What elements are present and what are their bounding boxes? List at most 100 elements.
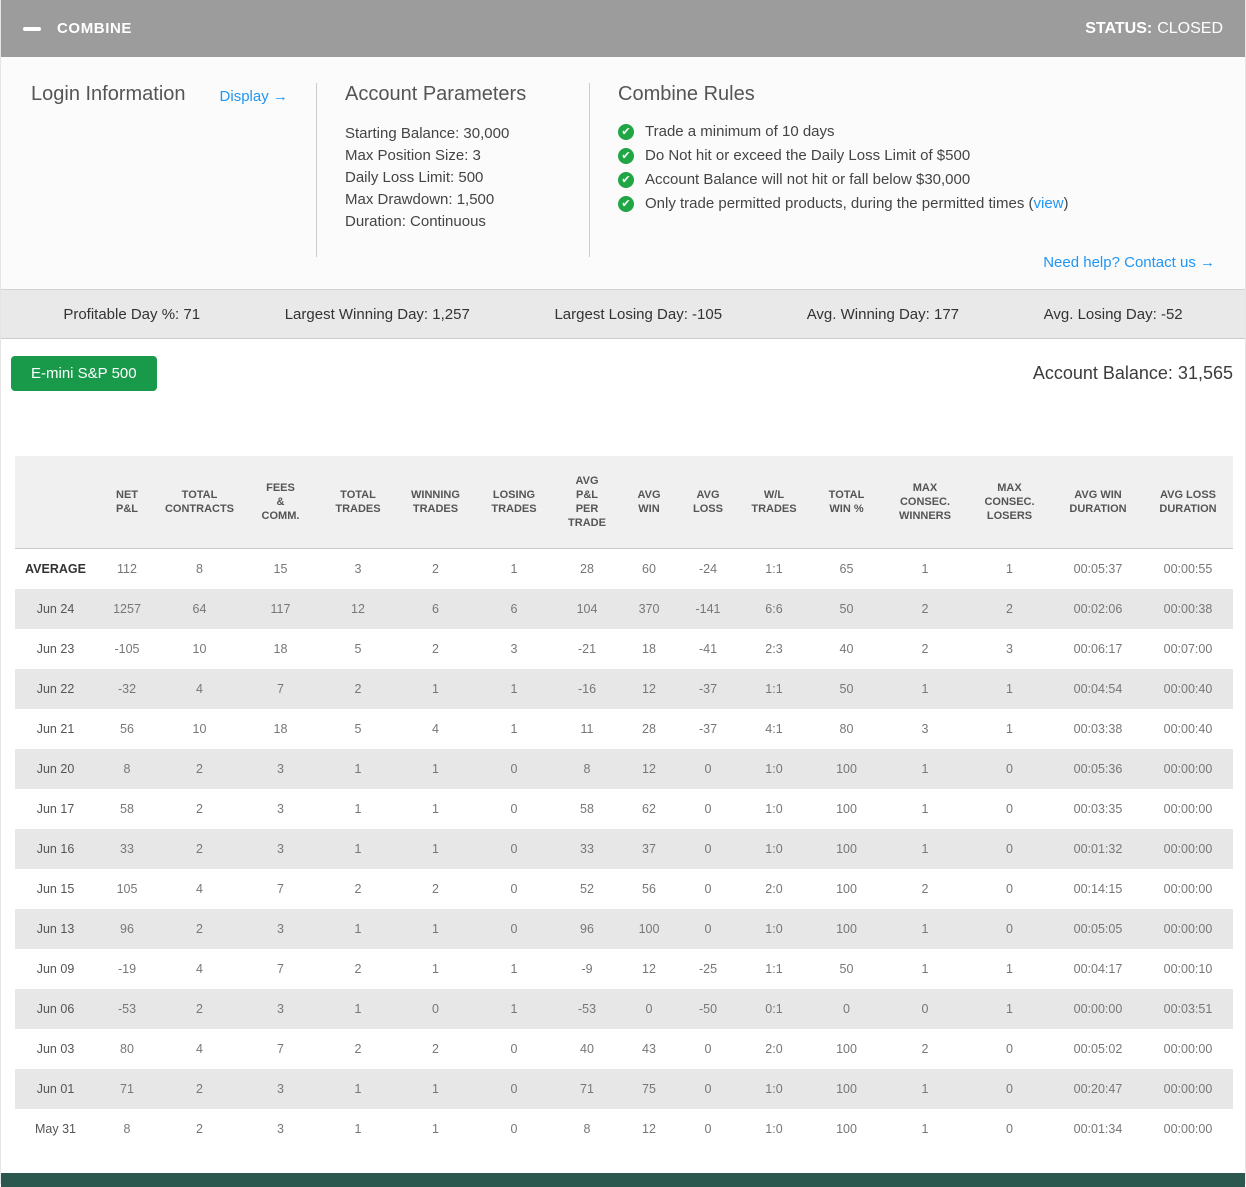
check-icon: ✔ bbox=[618, 124, 634, 140]
table-cell: 1 bbox=[921, 802, 929, 816]
table-cell: 00:06:17 bbox=[1073, 642, 1123, 656]
table-cell: 00:00:40 bbox=[1163, 722, 1213, 736]
table-cell: -25 bbox=[698, 962, 718, 976]
column-header: LOSING TRADES bbox=[475, 456, 553, 549]
column-header: AVG WIN bbox=[621, 456, 677, 549]
table-row: May 31 8 2 3 1 1 0 8 12 0 1:0 100 1 0 00:01:34 00:00:00 bbox=[15, 1109, 1233, 1149]
table-cell: 7 bbox=[277, 1042, 284, 1056]
table-cell: 1 bbox=[432, 962, 439, 976]
instrument-button[interactable]: E-mini S&P 500 bbox=[11, 356, 157, 391]
rule-item: ✔ Do Not hit or exceed the Daily Loss Li… bbox=[618, 144, 1215, 168]
table-cell: 100 bbox=[836, 762, 857, 776]
table-cell: 2 bbox=[354, 962, 362, 976]
param-line: Starting Balance: 30,000 bbox=[345, 125, 510, 142]
table-cell: 0:1 bbox=[765, 1002, 783, 1016]
rule-text: Trade a minimum of 10 days bbox=[645, 123, 835, 140]
param-line: Max Position Size: 3 bbox=[345, 147, 481, 164]
table-cell: 2 bbox=[921, 882, 929, 896]
table-cell: 2:0 bbox=[765, 1042, 783, 1056]
column-header bbox=[15, 456, 96, 549]
table-cell: 00:00:10 bbox=[1163, 962, 1213, 976]
table-cell: 18 bbox=[642, 642, 656, 656]
login-information-section: Login Information Display → bbox=[31, 83, 316, 271]
table-cell: 0 bbox=[645, 1002, 653, 1016]
table-cell: 2 bbox=[921, 602, 929, 616]
table-cell: 1 bbox=[921, 762, 929, 776]
table-cell: 12 bbox=[642, 682, 656, 696]
table-cell: 0 bbox=[432, 1002, 439, 1016]
table-cell: 3 bbox=[277, 1122, 284, 1136]
rule-text: Account Balance will not hit or fall bel… bbox=[645, 171, 971, 188]
table-cell: 0 bbox=[843, 1002, 850, 1016]
rule-text: Only trade permitted products, during th… bbox=[645, 192, 1069, 216]
table-cell: 1 bbox=[1006, 682, 1013, 696]
check-icon: ✔ bbox=[618, 148, 634, 164]
table-cell: -21 bbox=[577, 642, 597, 656]
table-cell: 00:04:54 bbox=[1073, 682, 1123, 696]
table-cell: 00:20:47 bbox=[1073, 1082, 1123, 1096]
table-cell: 37 bbox=[642, 842, 656, 856]
table-cell: 11 bbox=[580, 722, 594, 736]
table-cell: 40 bbox=[839, 642, 854, 656]
table-cell: 1 bbox=[510, 722, 518, 736]
table-cell: 4 bbox=[196, 682, 203, 696]
row-label: Jun 13 bbox=[36, 922, 75, 936]
table-row: AVERAGE 112 8 15 3 2 1 28 60 -24 1:1 65 1 1 00:05:37 00… bbox=[15, 549, 1233, 590]
table-cell: -105 bbox=[114, 642, 140, 656]
table-cell: 1 bbox=[1006, 1002, 1013, 1016]
table-cell: 1 bbox=[432, 802, 439, 816]
table-cell: 2 bbox=[354, 1042, 362, 1056]
table-cell: 1 bbox=[432, 922, 439, 936]
table-cell: 0 bbox=[704, 1082, 712, 1096]
rule-item: ✔ Account Balance will not hit or fall b… bbox=[618, 168, 1215, 192]
account-parameters-section: Account Parameters Starting Balance: 30,… bbox=[317, 83, 589, 271]
performance-table-wrap: NET P&L TOTAL CONTRACTS FEES & COMM. TOTAL … bbox=[15, 456, 1233, 1149]
table-cell: 00:03:51 bbox=[1163, 1002, 1213, 1016]
table-cell: 1 bbox=[510, 682, 518, 696]
table-cell: 80 bbox=[120, 1042, 134, 1056]
table-cell: 2 bbox=[354, 682, 362, 696]
table-cell: 2 bbox=[196, 1082, 203, 1096]
info-panel: Login Information Display → Account Para… bbox=[1, 57, 1245, 290]
table-cell: 1 bbox=[510, 962, 518, 976]
table-cell: 1 bbox=[432, 1082, 439, 1096]
table-cell: 65 bbox=[839, 562, 854, 576]
table-cell: 50 bbox=[839, 962, 854, 976]
table-cell: 0 bbox=[704, 842, 712, 856]
display-link[interactable]: Display → bbox=[220, 88, 288, 105]
rule-item: ✔ Only trade permitted products, during … bbox=[618, 192, 1215, 216]
table-cell: 1 bbox=[354, 922, 362, 936]
table-cell: 5 bbox=[354, 642, 362, 656]
table-cell: 100 bbox=[638, 922, 660, 936]
row-label: Jun 21 bbox=[36, 722, 75, 736]
table-cell: 96 bbox=[580, 922, 594, 936]
column-header: AVG P&L PER TRADE bbox=[553, 456, 621, 549]
column-header: NET P&L bbox=[96, 456, 158, 549]
contact-us-link[interactable]: Need help? Contact us → bbox=[1043, 254, 1215, 271]
daily-stats-bar: Profitable Day %: 71 Largest Winning Day… bbox=[1, 290, 1245, 339]
table-cell: -41 bbox=[698, 642, 718, 656]
table-cell: 6:6 bbox=[765, 602, 783, 616]
table-cell: 0 bbox=[510, 842, 518, 856]
table-cell: 00:03:38 bbox=[1073, 722, 1123, 736]
table-cell: 1 bbox=[921, 562, 929, 576]
table-cell: 60 bbox=[642, 562, 656, 576]
stat-avg-losing-day: Avg. Losing Day: -52 bbox=[1043, 305, 1183, 323]
table-cell: 100 bbox=[836, 1042, 857, 1056]
table-cell: 4 bbox=[196, 882, 203, 896]
column-header: MAX CONSEC. LOSERS bbox=[966, 456, 1053, 549]
table-cell: 3 bbox=[277, 922, 284, 936]
collapse-icon[interactable] bbox=[23, 26, 41, 31]
stat-avg-winning-day: Avg. Winning Day: 177 bbox=[806, 305, 960, 323]
table-cell: 12 bbox=[642, 962, 656, 976]
table-cell: 00:07:00 bbox=[1163, 642, 1213, 656]
view-link[interactable]: view bbox=[1034, 195, 1064, 212]
table-cell: 1 bbox=[1006, 962, 1013, 976]
table-cell: 100 bbox=[836, 1122, 857, 1136]
table-cell: 4 bbox=[196, 1042, 203, 1056]
table-cell: 40 bbox=[580, 1042, 594, 1056]
table-cell: 1:1 bbox=[765, 962, 783, 976]
table-cell: 2 bbox=[196, 1122, 203, 1136]
row-label: Jun 20 bbox=[36, 762, 75, 776]
table-cell: 1 bbox=[921, 1082, 929, 1096]
